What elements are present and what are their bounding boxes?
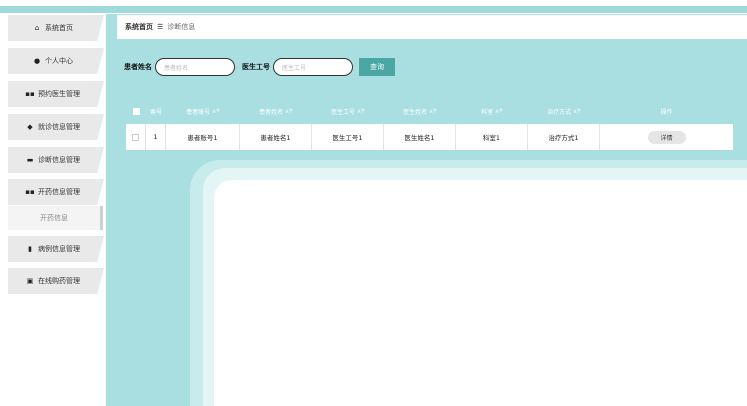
- header-index: 索号: [149, 108, 162, 116]
- table-row: 1 患者账号1 患者姓名1 医生工号1 医生姓名1 科室1 治疗方式1 详情: [126, 124, 733, 150]
- header-doctor-name[interactable]: 医生姓名 ▲▼: [384, 98, 456, 124]
- header-label: 医生姓名: [403, 108, 428, 116]
- sidebar-subitem-prescription-info[interactable]: 开药信息: [8, 206, 103, 230]
- header-department[interactable]: 科室 ▲▼: [456, 98, 528, 124]
- doctor-id-input[interactable]: 医生工号: [273, 58, 353, 76]
- sidebar: ⌂ 系统首页 ● 个人中心 ▪▪ 预约医生管理 ◆ 就诊信息管理 ▬ 诊断信息管…: [0, 0, 106, 406]
- patient-name-input[interactable]: 患者姓名: [155, 58, 235, 76]
- decorative-panel-inner: [214, 180, 747, 406]
- sidebar-item-visit[interactable]: ◆ 就诊信息管理: [8, 114, 104, 140]
- row-checkbox[interactable]: [132, 133, 139, 141]
- sidebar-item-online-medicine[interactable]: ▣ 在线购药管理: [8, 268, 104, 294]
- grid-icon: ▪▪: [25, 90, 35, 98]
- search-form: 患者姓名 患者姓名 医生工号 医生工号 查询: [117, 56, 395, 78]
- header-patient-account[interactable]: 患者账号 ▲▼: [166, 98, 240, 124]
- bed-icon: ▬: [26, 156, 34, 164]
- header-patient-name[interactable]: 患者姓名 ▲▼: [240, 98, 312, 124]
- top-accent-bar: [0, 6, 747, 13]
- grid-icon: ▪▪: [25, 188, 35, 196]
- sidebar-item-label: 个人中心: [45, 57, 73, 65]
- sidebar-item-label: 系统首页: [45, 24, 73, 32]
- sort-icon: ▲▼: [495, 108, 503, 114]
- header-label: 治疗方式: [547, 108, 572, 116]
- cell-doctor-name: 医生姓名1: [384, 124, 456, 150]
- header-label: 科室: [481, 108, 494, 116]
- query-button[interactable]: 查询: [359, 58, 395, 76]
- breadcrumb: 系统首页 ☰ 诊断信息: [117, 15, 747, 39]
- doc-icon: ▮: [28, 245, 32, 253]
- diagnosis-table: 索号 患者账号 ▲▼ 患者姓名 ▲▼ 医生工号 ▲▼ 医生姓名 ▲▼ 科室 ▲▼ 治疗方式…: [126, 98, 733, 150]
- sort-icon: ▲▼: [212, 108, 220, 114]
- cell-action: 详情: [600, 124, 733, 150]
- header-action: 操作: [660, 108, 673, 116]
- sidebar-item-home[interactable]: ⌂ 系统首页: [8, 15, 104, 41]
- sidebar-item-label: 开药信息管理: [38, 188, 80, 196]
- select-all-cell: [126, 98, 146, 124]
- header-doctor-id[interactable]: 医生工号 ▲▼: [312, 98, 384, 124]
- sort-icon: ▲▼: [573, 108, 581, 114]
- cell-patient-account: 患者账号1: [166, 124, 240, 150]
- breadcrumb-home[interactable]: 系统首页: [125, 22, 153, 32]
- sidebar-item-label: 诊断信息管理: [38, 156, 80, 164]
- sidebar-item-label: 预约医生管理: [38, 90, 80, 98]
- sidebar-item-appointment[interactable]: ▪▪ 预约医生管理: [8, 81, 104, 107]
- sidebar-item-case[interactable]: ▮ 病例信息管理: [8, 236, 104, 262]
- doctor-id-label: 医生工号: [242, 63, 270, 71]
- header-treatment[interactable]: 治疗方式 ▲▼: [528, 98, 600, 124]
- breadcrumb-separator-icon: ☰: [157, 23, 164, 31]
- sidebar-item-prescription[interactable]: ▪▪ 开药信息管理: [8, 179, 104, 205]
- sidebar-item-label: 就诊信息管理: [38, 123, 80, 131]
- table-header: 索号 患者账号 ▲▼ 患者姓名 ▲▼ 医生工号 ▲▼ 医生姓名 ▲▼ 科室 ▲▼ 治疗方式…: [126, 98, 733, 124]
- header-label: 患者姓名: [259, 108, 284, 116]
- sort-icon: ▲▼: [429, 108, 437, 114]
- sort-icon: ▲▼: [357, 108, 365, 114]
- pin-icon: ◆: [27, 123, 33, 131]
- breadcrumb-current: 诊断信息: [167, 23, 196, 31]
- user-icon: ●: [33, 57, 41, 65]
- clipboard-icon: ▣: [26, 277, 34, 285]
- patient-name-label: 患者姓名: [124, 63, 152, 71]
- sidebar-item-personal-center[interactable]: ● 个人中心: [8, 48, 104, 74]
- sidebar-item-label: 在线购药管理: [38, 277, 80, 285]
- cell-doctor-id: 医生工号1: [312, 124, 384, 150]
- header-label: 患者账号: [186, 108, 211, 116]
- cell-index: 1: [146, 124, 166, 150]
- sidebar-item-label: 病例信息管理: [38, 245, 80, 253]
- detail-button[interactable]: 详情: [647, 130, 686, 144]
- home-icon: ⌂: [34, 24, 40, 32]
- cell-department: 科室1: [456, 124, 528, 150]
- cell-patient-name: 患者姓名1: [240, 124, 312, 150]
- row-select-cell: [126, 124, 146, 150]
- sort-icon: ▲▼: [285, 108, 293, 114]
- sidebar-item-diagnosis[interactable]: ▬ 诊断信息管理: [8, 147, 104, 173]
- select-all-checkbox[interactable]: [132, 107, 140, 115]
- header-label: 医生工号: [331, 108, 356, 116]
- cell-treatment: 治疗方式1: [528, 124, 600, 150]
